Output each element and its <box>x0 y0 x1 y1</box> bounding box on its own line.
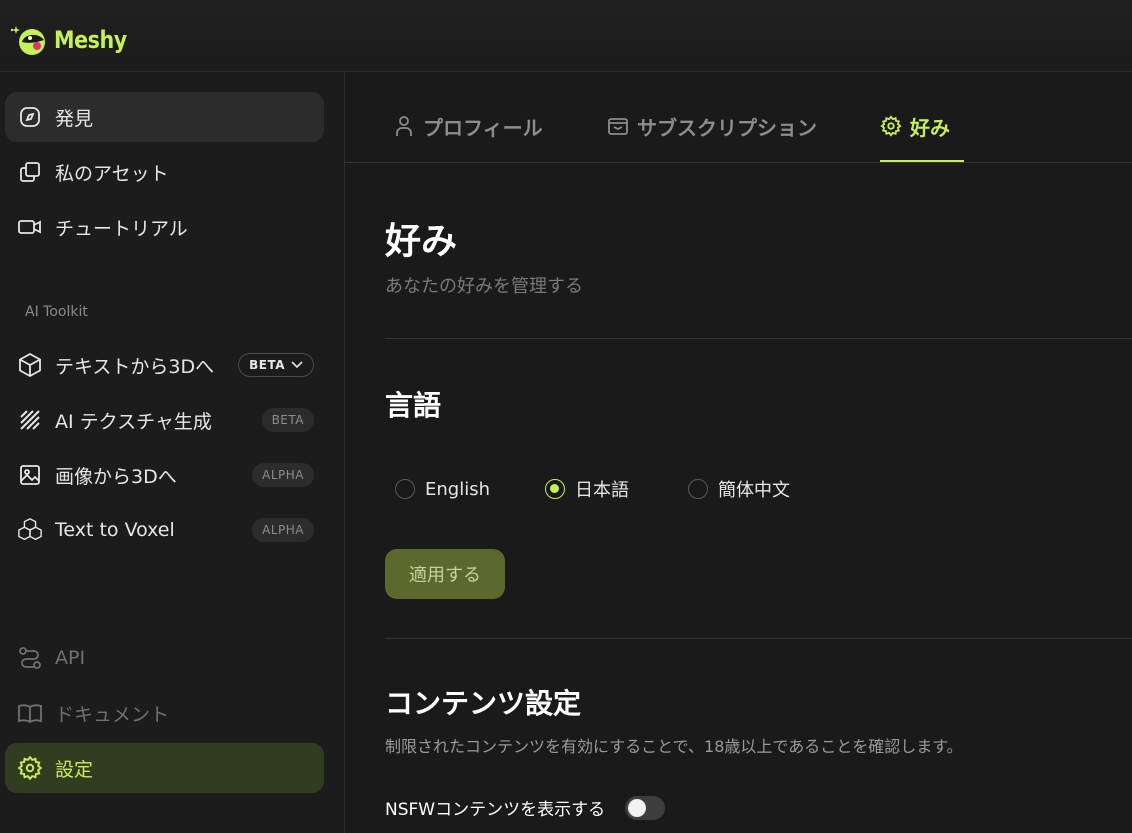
main-content: プロフィール サブスクリプション 好み 好み あなたの好みを管理する 言語 En… <box>345 72 1132 833</box>
tab-label: プロフィール <box>423 116 543 140</box>
radio-button[interactable] <box>395 479 415 499</box>
sidebar-item-text-to-3d[interactable]: テキストから3Dへ BETA <box>5 340 324 390</box>
sidebar: 発見 私のアセット チュートリアル AI Toolkit テキストから3Dへ B… <box>0 72 345 833</box>
content-settings-title: コンテンツ設定 <box>385 687 582 720</box>
video-icon <box>17 214 43 240</box>
compass-icon <box>17 104 43 130</box>
page-subtitle: あなたの好みを管理する <box>385 276 583 297</box>
apply-button[interactable]: 適用する <box>385 549 505 599</box>
badge-label: BETA <box>249 358 285 372</box>
sidebar-item-docs[interactable]: ドキュメント <box>5 688 324 738</box>
api-icon <box>17 645 43 671</box>
sidebar-item-label: 画像から3Dへ <box>55 465 177 488</box>
sidebar-item-text-to-voxel[interactable]: Text to Voxel ALPHA <box>5 505 324 555</box>
sidebar-item-api[interactable]: API <box>5 633 324 683</box>
user-icon <box>393 115 415 137</box>
book-icon <box>17 700 43 726</box>
tab-subscription[interactable]: サブスクリプション <box>607 112 817 162</box>
gear-icon <box>880 115 902 137</box>
language-option-english[interactable]: English <box>395 476 545 502</box>
page-title: 好み <box>385 221 458 262</box>
content-settings-description: 制限されたコンテンツを有効にすることで、18歳以上であることを確認します。 <box>385 737 963 756</box>
sidebar-item-label: 発見 <box>55 107 94 130</box>
sidebar-item-settings[interactable]: 設定 <box>5 743 324 793</box>
settings-tabs: プロフィール サブスクリプション 好み <box>345 72 1132 163</box>
sidebar-item-discover[interactable]: 発見 <box>5 92 324 142</box>
radio-label: 簡体中文 <box>718 480 790 501</box>
app-name: Meshy <box>54 26 127 54</box>
radio-label: 日本語 <box>575 480 629 501</box>
sidebar-item-label: 私のアセット <box>55 162 169 185</box>
app-logo[interactable]: Meshy <box>8 22 139 58</box>
voxel-icon <box>17 517 43 543</box>
radio-label: English <box>425 478 490 500</box>
nsfw-toggle[interactable] <box>625 795 666 820</box>
radio-button[interactable] <box>688 479 708 499</box>
image-icon <box>17 462 43 488</box>
beta-dropdown-badge[interactable]: BETA <box>238 353 314 377</box>
meshy-logo-icon <box>8 22 50 58</box>
texture-icon <box>17 407 43 433</box>
toolkit-section-title: AI Toolkit <box>25 304 88 320</box>
chevron-down-icon <box>291 358 303 372</box>
beta-badge: BETA <box>261 408 314 432</box>
sidebar-item-label: ドキュメント <box>55 703 170 726</box>
nsfw-label: NSFWコンテンツを表示する <box>385 800 606 820</box>
language-option-chinese[interactable]: 簡体中文 <box>688 476 790 502</box>
tab-preferences[interactable]: 好み <box>880 112 964 162</box>
nsfw-setting-row: NSFWコンテンツを表示する <box>385 795 666 820</box>
divider <box>385 638 1132 639</box>
sidebar-item-my-assets[interactable]: 私のアセット <box>5 147 324 197</box>
sidebar-item-ai-texture[interactable]: AI テクスチャ生成 BETA <box>5 395 324 445</box>
radio-button[interactable] <box>545 479 565 499</box>
sidebar-item-tutorials[interactable]: チュートリアル <box>5 202 324 252</box>
language-option-japanese[interactable]: 日本語 <box>545 476 688 502</box>
top-bar: Meshy <box>0 0 1132 72</box>
gear-icon <box>17 755 43 781</box>
alpha-badge: ALPHA <box>252 463 314 487</box>
assets-icon <box>17 159 43 185</box>
language-radio-group: English 日本語 簡体中文 <box>395 476 790 502</box>
sidebar-item-label: テキストから3Dへ <box>55 355 215 378</box>
sidebar-item-label: AI テクスチャ生成 <box>55 410 212 433</box>
sidebar-item-label: チュートリアル <box>55 217 188 240</box>
tab-label: 好み <box>910 116 950 140</box>
divider <box>385 338 1132 339</box>
wallet-icon <box>607 115 629 137</box>
language-section-title: 言語 <box>385 389 442 422</box>
tab-profile[interactable]: プロフィール <box>393 112 543 162</box>
sidebar-item-image-to-3d[interactable]: 画像から3Dへ ALPHA <box>5 450 324 500</box>
sidebar-item-label: API <box>55 647 86 669</box>
sidebar-item-label: 設定 <box>55 758 94 781</box>
sidebar-item-label: Text to Voxel <box>55 519 175 541</box>
tab-label: サブスクリプション <box>637 116 817 140</box>
cube-icon <box>17 352 43 378</box>
alpha-badge: ALPHA <box>252 518 314 542</box>
